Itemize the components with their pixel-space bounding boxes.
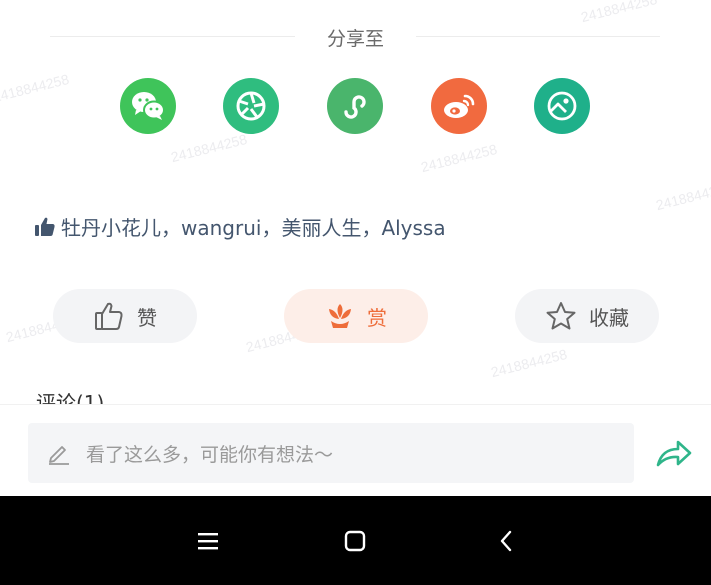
- share-title: 分享至: [326, 28, 384, 50]
- reward-flower-icon: [329, 304, 351, 328]
- moments-icon: [236, 91, 266, 121]
- watermark: 2418844258: [169, 130, 249, 166]
- divider: [50, 36, 295, 37]
- pencil-icon: [49, 446, 69, 465]
- menu-icon: [198, 533, 218, 550]
- share-mini-program-button[interactable]: [327, 78, 383, 134]
- watermark: 2418844258: [0, 70, 71, 106]
- chevron-left-icon: [500, 530, 512, 552]
- share-header: 分享至: [50, 22, 660, 52]
- watermark: 2418844258: [489, 345, 569, 381]
- star-outline-icon: [546, 302, 576, 330]
- comments-title: 评论(1): [36, 391, 105, 405]
- wechat-icon: [132, 92, 165, 120]
- thumbs-up-icon: [35, 217, 55, 236]
- home-square-icon: [344, 530, 366, 552]
- reward-label: 赏: [367, 305, 387, 330]
- watermark: 2418844258: [419, 140, 499, 176]
- comment-placeholder: 看了这么多，可能你有想法～: [86, 443, 334, 466]
- share-arrow-icon[interactable]: [654, 437, 694, 471]
- share-moments-button[interactable]: [223, 78, 279, 134]
- divider: [416, 36, 660, 37]
- favorite-label: 收藏: [589, 305, 629, 330]
- image-icon: [547, 91, 577, 121]
- likes-row: 牡丹小花儿，wangrui，美丽人生，Alyssa: [34, 212, 446, 241]
- system-nav-bar: [0, 496, 711, 585]
- share-weibo-button[interactable]: [431, 78, 487, 134]
- share-wechat-button[interactable]: [120, 78, 176, 134]
- reward-button[interactable]: 赏: [284, 289, 428, 343]
- watermark: 2418844258: [654, 178, 711, 214]
- share-gallery-button[interactable]: [534, 78, 590, 134]
- home-nav-button[interactable]: [335, 524, 375, 558]
- likes-names[interactable]: 牡丹小花儿，wangrui，美丽人生，Alyssa: [61, 212, 446, 241]
- like-button[interactable]: 赞: [53, 289, 197, 343]
- thumbs-up-outline-icon: [95, 302, 123, 330]
- like-label: 赞: [137, 305, 157, 330]
- favorite-button[interactable]: 收藏: [515, 289, 659, 343]
- comment-input[interactable]: 看了这么多，可能你有想法～: [28, 423, 634, 483]
- menu-nav-button[interactable]: [188, 524, 228, 558]
- weibo-icon: [444, 94, 475, 118]
- mini-program-icon: [344, 95, 366, 119]
- comment-bar: 看了这么多，可能你有想法～: [0, 404, 711, 496]
- back-nav-button[interactable]: [486, 524, 526, 558]
